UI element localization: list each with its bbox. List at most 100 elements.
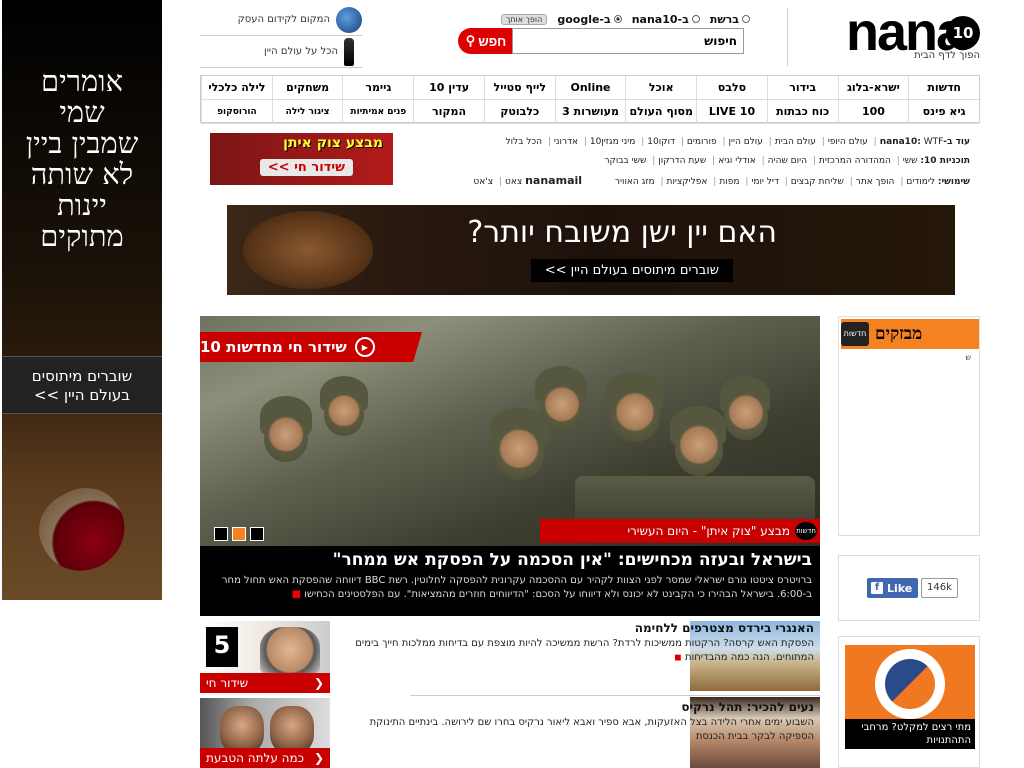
nav-item[interactable]: LIVE 10 (696, 100, 767, 124)
more-links: עוד ב-nana10: WTF| עולם היופי| עולם הבית… (420, 133, 970, 189)
more-link[interactable]: שליחת קבצים (791, 177, 844, 187)
live-channel5-box[interactable]: 5 ❮ שידור חי (200, 621, 330, 693)
nav-item[interactable]: אוכל (625, 76, 697, 100)
ring-price-bar[interactable]: ❮ כמה עלתה הטבעת (200, 748, 330, 768)
search-scope-nana[interactable]: ב-nana10 (632, 13, 700, 26)
story-divider (410, 695, 820, 696)
hero-headline[interactable]: בישראל ובעזה מכחישים: "אין הסכמה על הפסק… (333, 550, 812, 570)
more-link[interactable]: המהדורה המרכזית (819, 156, 891, 166)
breaking-news-header[interactable]: מבזקים חדשות (841, 319, 979, 349)
nav-item[interactable]: משחקים (271, 76, 343, 100)
breaking-news-box: מבזקים חדשות ש (838, 316, 980, 536)
logo-badge: 10 (946, 16, 980, 50)
nav-item[interactable]: פנים אמיתיות (342, 100, 414, 124)
story-title[interactable]: נעים להכיר: תהל נרקיס (681, 700, 814, 714)
nav-item[interactable]: Online (554, 76, 626, 100)
more-link[interactable]: אודלי וגיא (718, 156, 756, 166)
nav-item[interactable]: לייף סטייל (483, 76, 555, 100)
main-nav: חדשות ישרא-בלוג בידור סלבס אוכל Online ל… (200, 75, 980, 124)
more-link[interactable]: אפליקציות (667, 177, 708, 187)
wine-bottle-icon (344, 37, 354, 66)
presenter-photo (260, 627, 320, 677)
more-links-row: תוכניות 10: ששי| המהדורה המרכזית| היום ש… (604, 156, 970, 166)
wine-banner-ad[interactable]: האם יין ישן משובח יותר? שוברים מיתוסים ב… (227, 205, 955, 295)
search-scope-web[interactable]: ברשת (710, 13, 750, 26)
left-ad-headline: אומרים שמי שמבין ביין לא שותה יינות מתוק… (25, 64, 139, 253)
nav-item[interactable]: כלבוטק (483, 100, 555, 124)
promo-wine[interactable]: הכל על עולם היין (200, 36, 362, 68)
barrel-image (243, 211, 373, 289)
wine-ad-cta[interactable]: שוברים מיתוסים בעולם היין >> (530, 259, 733, 282)
nav-item[interactable]: 100 (837, 100, 909, 124)
facebook-like-count: 146k (921, 578, 958, 598)
nav-item[interactable]: חדשות (908, 76, 979, 100)
ring-price-box[interactable]: ❮ כמה עלתה הטבעת (200, 698, 330, 768)
home-front-box[interactable]: מתי רצים למקלט? מרחבי התהתנויות (838, 636, 980, 768)
nav-item[interactable]: כוח כבתות (766, 100, 838, 124)
search-button[interactable]: ⚲ חפש (458, 28, 514, 54)
slider-dot[interactable] (250, 527, 264, 541)
live-news-tag[interactable]: ▶ שידור חי מחדשות 10 (200, 332, 422, 362)
more-link[interactable]: מיני מגזין10 (590, 137, 635, 147)
more-link[interactable]: ששי בבוקר (604, 156, 646, 166)
story-title[interactable]: האנגרי בירדס מצטרפים ללחימה (635, 621, 814, 635)
search-input[interactable] (512, 28, 744, 54)
nav-item[interactable]: הורוסקופ (201, 100, 272, 124)
nav-item[interactable]: בידור (766, 76, 838, 100)
more-link[interactable]: לימודים (906, 177, 935, 187)
chevron-left-icon: ❮ (313, 676, 324, 690)
more-link[interactable]: פורומים (687, 137, 717, 147)
more-link[interactable]: שעת הדרקון (658, 156, 706, 166)
facebook-icon: f (871, 582, 883, 594)
home-front-caption[interactable]: מתי רצים למקלט? מרחבי התהתנויות (845, 719, 975, 749)
promo-business[interactable]: המקום לקידום העסק (200, 4, 362, 36)
more-link[interactable]: ששי (903, 156, 918, 166)
nav-item[interactable]: לילה כלכלי (201, 76, 272, 100)
play-icon: ▶ (354, 337, 375, 357)
breaking-item[interactable]: ש (965, 353, 971, 362)
search-extra-badge[interactable]: הופך אותך (501, 13, 548, 25)
nav-item[interactable]: מסוף העולם (625, 100, 697, 124)
nav-item[interactable]: ישרא-בלוג (837, 76, 909, 100)
more-link[interactable]: הופך אתר (856, 177, 895, 187)
slider-dot[interactable] (214, 527, 228, 541)
live-broadcast-button[interactable]: שידור חי >> (259, 159, 353, 176)
news10-logo: חדשות (841, 322, 869, 346)
more-link[interactable]: צאט (505, 177, 522, 187)
live-bar[interactable]: ❮ שידור חי (200, 673, 330, 693)
hero-story[interactable]: ▶ שידור חי מחדשות 10 מבצע "צוק איתן" - ה… (200, 316, 820, 616)
nav-item[interactable]: גיימר (342, 76, 414, 100)
nav-item[interactable]: ציגור לילה (271, 100, 343, 124)
left-ad-cta[interactable]: שוברים מיתוסים בעולם היין >> (2, 356, 162, 414)
more-link[interactable]: עולם היופי (828, 137, 868, 147)
slider-dot[interactable] (232, 527, 246, 541)
nav-item[interactable]: מעושרות 3 (554, 100, 626, 124)
promo-globe-icon (336, 6, 362, 33)
nav-item[interactable]: עדין 10 (413, 76, 484, 100)
more-link[interactable]: מפות (719, 177, 739, 187)
more-link[interactable]: אדרוני (554, 137, 578, 147)
more-link[interactable]: עולם הבית (775, 137, 816, 147)
more-link[interactable]: דוקו10 (647, 137, 675, 147)
facebook-like-box: f Like 146k (838, 555, 980, 621)
more-link[interactable]: הכל בלול (505, 137, 542, 147)
more-link[interactable]: היום שהיה (768, 156, 807, 166)
more-link[interactable]: WTF (924, 137, 944, 147)
set-homepage-link[interactable]: הפוך לדף הבית (914, 50, 980, 61)
more-link[interactable]: עולם היין (728, 137, 762, 147)
left-sky-ad[interactable]: אומרים שמי שמבין ביין לא שותה יינות מתוק… (2, 0, 162, 600)
slider-dots (214, 527, 264, 541)
nanamail-link[interactable]: nanamail (525, 174, 582, 187)
story-summary: הפסקת האש קרסה? הרקטות ממשיכות לרדת? הרש… (355, 638, 814, 663)
nav-item[interactable]: סלבס (696, 76, 767, 100)
search-scope-google[interactable]: ב-google (557, 13, 622, 26)
more-link[interactable]: מזג האוויר (615, 177, 655, 187)
live-broadcast-banner[interactable]: מבצע צוק איתן שידור חי >> (210, 133, 393, 185)
nav-item[interactable]: גיא פינס (908, 100, 979, 124)
facebook-like-button[interactable]: f Like (867, 578, 919, 598)
nav-item[interactable]: המקור (413, 100, 484, 124)
more-link[interactable]: דיל יומי (751, 177, 779, 187)
search-scope: ברשת ב-nana10 ב-google הופך אותך (500, 11, 750, 27)
radio-icon (613, 15, 622, 23)
more-link[interactable]: צ'אט (473, 177, 493, 187)
